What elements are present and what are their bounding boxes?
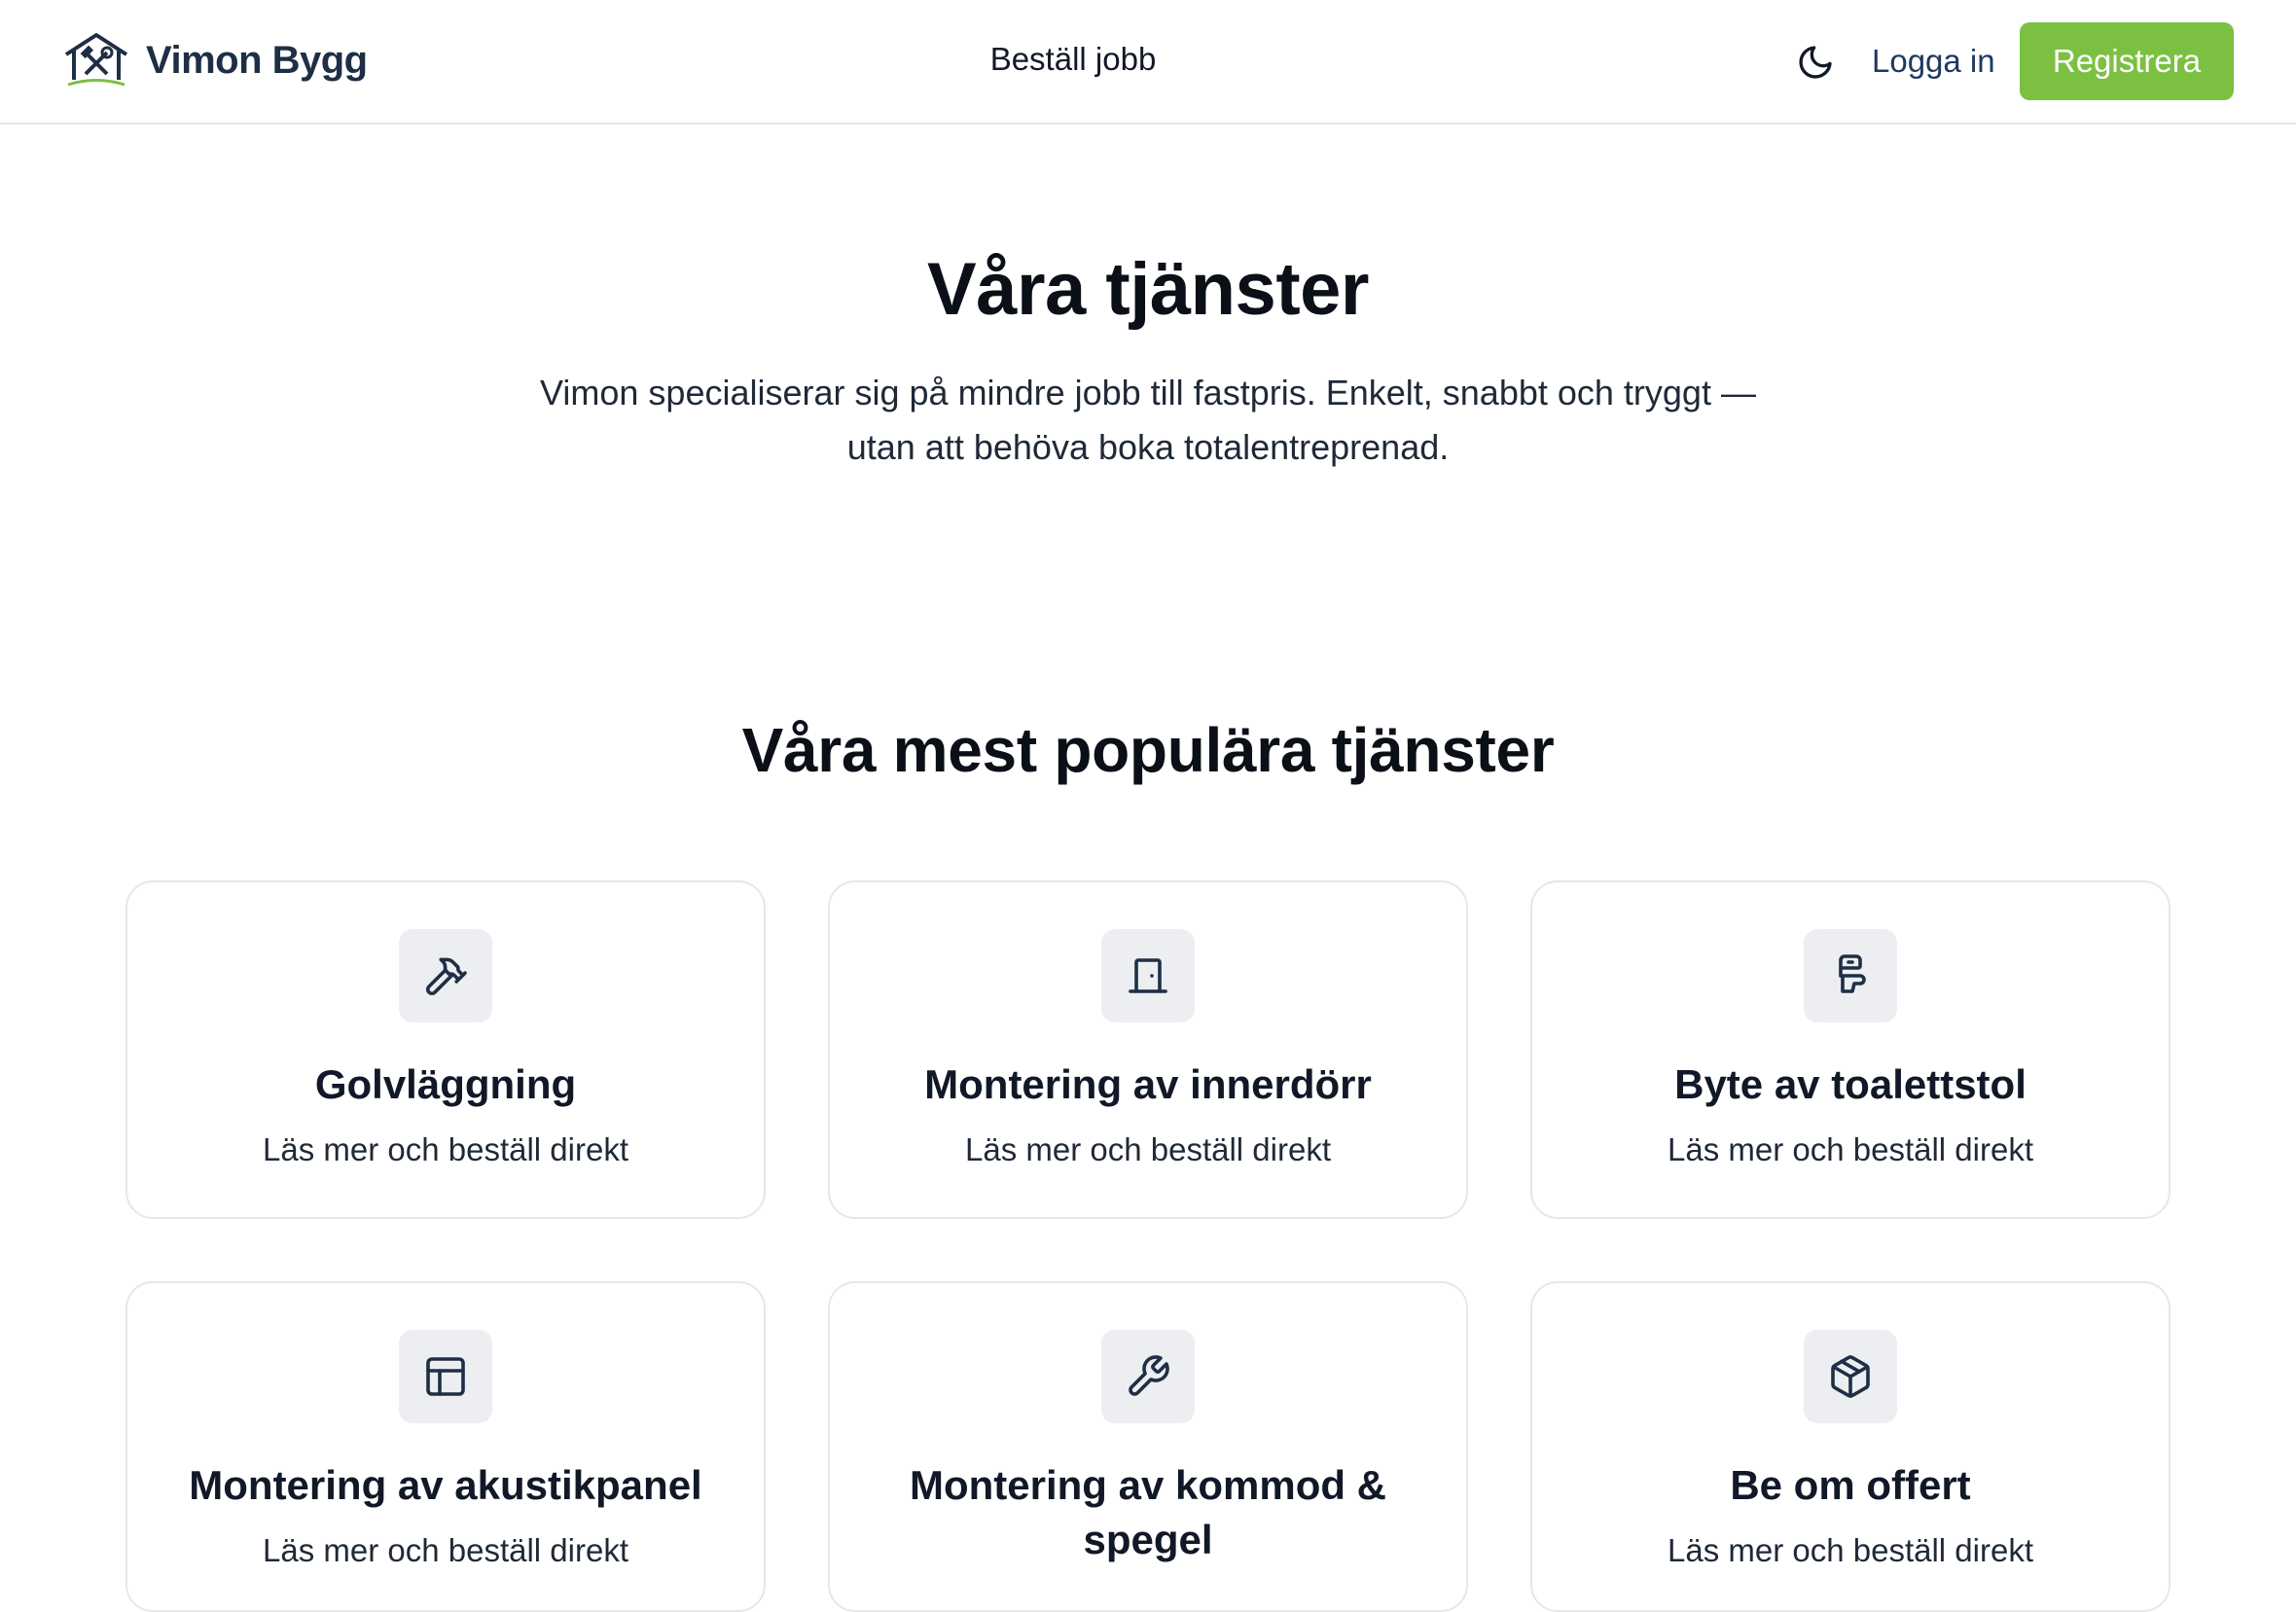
service-icon-box — [399, 1330, 492, 1423]
service-card-offert[interactable]: Be om offert Läs mer och beställ direkt — [1530, 1281, 2170, 1612]
service-card-innerdorr[interactable]: Montering av innerdörr Läs mer och bestä… — [828, 880, 1468, 1219]
service-title: Be om offert — [1730, 1462, 1971, 1508]
page-subtitle: Vimon specialiserar sig på mindre jobb t… — [540, 373, 1756, 467]
service-title: Golvläggning — [314, 1061, 577, 1107]
section-title: Våra mest populära tjänster — [741, 715, 1555, 785]
toilet-icon — [1839, 954, 1866, 993]
service-icon-box — [1101, 1330, 1195, 1423]
service-icon-box — [399, 929, 492, 1022]
login-link[interactable]: Logga in — [1872, 43, 1995, 80]
service-link[interactable]: Läs mer och beställ direkt — [127, 1131, 764, 1168]
service-title: Byte av toalettstol — [1674, 1061, 2027, 1107]
door-icon — [1129, 958, 1167, 993]
service-link[interactable]: Läs mer och beställ direkt — [127, 1532, 764, 1569]
panel-icon — [426, 1357, 465, 1396]
package-icon — [1831, 1355, 1870, 1398]
service-icon-box — [1804, 1330, 1897, 1423]
wrench-icon — [1129, 1355, 1169, 1396]
register-button[interactable]: Registrera — [2020, 22, 2234, 100]
service-title: Montering av innerdörr — [924, 1061, 1372, 1107]
service-title: Montering av kommod & spegel — [909, 1462, 1387, 1562]
service-card-kommod-spegel[interactable]: Montering av kommod & spegel — [828, 1281, 1468, 1612]
service-link[interactable]: Läs mer och beställ direkt — [1532, 1131, 2169, 1168]
service-card-golvlaggning[interactable]: Golvläggning Läs mer och beställ direkt — [126, 880, 766, 1219]
site-header: Vimon Bygg Beställ jobb Logga in Registr… — [0, 0, 2296, 125]
service-link[interactable]: Läs mer och beställ direkt — [1532, 1532, 2169, 1569]
page-title: Våra tjänster — [927, 248, 1369, 331]
service-link[interactable]: Läs mer och beställ direkt — [830, 1131, 1466, 1168]
moon-icon[interactable] — [1796, 43, 1835, 82]
service-card-toalettstol[interactable]: Byte av toalettstol Läs mer och beställ … — [1530, 880, 2170, 1219]
service-card-akustikpanel[interactable]: Montering av akustikpanel Läs mer och be… — [126, 1281, 766, 1612]
service-title: Montering av akustikpanel — [189, 1462, 702, 1508]
service-icon-box — [1101, 929, 1195, 1022]
hammer-icon — [425, 957, 467, 996]
service-icon-box — [1804, 929, 1897, 1022]
